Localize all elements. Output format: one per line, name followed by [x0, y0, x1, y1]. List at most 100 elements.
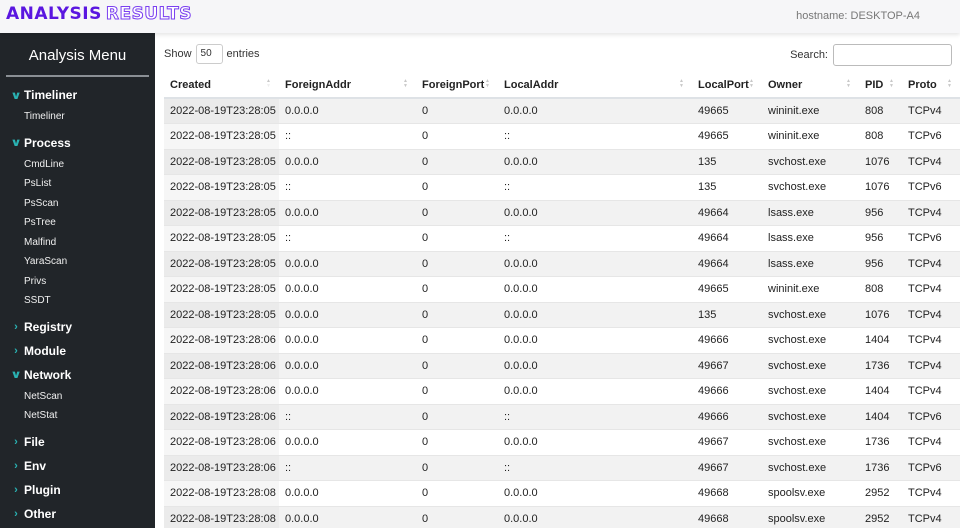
sidebar-item-malfind[interactable]: Malfind [0, 233, 155, 253]
cell-pid: 1404 [859, 378, 902, 405]
cell-foreignaddr: 0.0.0.0 [279, 302, 416, 328]
cell-foreignport: 0 [416, 302, 498, 328]
cell-foreignport: 0 [416, 276, 498, 303]
cell-owner: svchost.exe [762, 429, 859, 456]
cell-localport: 49664 [692, 200, 762, 226]
menu-group-toggle-plugin[interactable]: › Plugin [0, 478, 155, 502]
table-row[interactable]: 2022-08-19T23:28:05 0.0.0.0 0 0.0.0.0 135 svc… [164, 149, 960, 175]
cell-created: 2022-08-19T23:28:06 [164, 378, 279, 405]
cell-created: 2022-08-19T23:28:06 [164, 353, 279, 379]
table-row[interactable]: 2022-08-19T23:28:06:: 0:: 49666 svchost.exe… [164, 404, 960, 430]
menu-group-toggle-other[interactable]: › Other [0, 502, 155, 526]
table-row[interactable]: 2022-08-19T23:28:05 0.0.0.0 0 0.0.0.0 49664 l… [164, 251, 960, 277]
cell-foreignport: 0 [416, 378, 498, 405]
hostname-label: hostname: DESKTOP-A4 [796, 10, 920, 22]
cell-pid: 2952 [859, 480, 902, 507]
cell-proto: TCPv6 [902, 123, 960, 150]
search-control: Search: [790, 44, 952, 66]
cell-proto: TCPv6 [902, 225, 960, 252]
menu-group-toggle-registry[interactable]: › Registry [0, 315, 155, 339]
column-header-foreignport[interactable]: ForeignPort ▲ ▼ [416, 72, 498, 99]
sidebar-divider [6, 75, 149, 77]
table-row[interactable]: 2022-08-19T23:28:05:: 0:: 49665 wininit.exe… [164, 123, 960, 150]
cell-foreignaddr: 0.0.0.0 [279, 327, 416, 354]
sidebar-item-yarascan[interactable]: YaraScan [0, 252, 155, 272]
table-row[interactable]: 2022-08-19T23:28:05 0.0.0.0 0 0.0.0.0 49665 w… [164, 276, 960, 303]
cell-localaddr: :: [498, 123, 692, 150]
cell-foreignaddr: 0.0.0.0 [279, 480, 416, 507]
sidebar-item-pslist[interactable]: PsList [0, 174, 155, 194]
cell-proto: TCPv6 [902, 455, 960, 481]
table-row[interactable]: 2022-08-19T23:28:06 0.0.0.0 0 0.0.0.0 49666 s… [164, 378, 960, 405]
cell-pid: 1076 [859, 149, 902, 175]
menu-group-toggle-process[interactable]: ∨ Process [0, 131, 155, 155]
cell-proto: TCPv4 [902, 353, 960, 379]
search-input[interactable] [833, 44, 952, 66]
cell-localport: 49667 [692, 429, 762, 456]
menu-group-toggle-timeliner[interactable]: ∨ Timeliner [0, 83, 155, 107]
table-row[interactable]: 2022-08-19T23:28:05 0.0.0.0 0 0.0.0.0 135 svc… [164, 302, 960, 328]
cell-localport: 49668 [692, 480, 762, 507]
cell-pid: 1736 [859, 455, 902, 481]
column-header-localaddr[interactable]: LocalAddr ▲ ▼ [498, 72, 692, 99]
sidebar-item-ssdt[interactable]: SSDT [0, 291, 155, 311]
column-header-pid[interactable]: PID ▲ ▼ [859, 72, 902, 99]
cell-foreignaddr: 0.0.0.0 [279, 506, 416, 528]
column-header-proto[interactable]: Proto ▲ ▼ [902, 72, 960, 99]
sidebar-item-psscan[interactable]: PsScan [0, 194, 155, 214]
cell-localport: 135 [692, 302, 762, 328]
cell-owner: svchost.exe [762, 174, 859, 201]
cell-foreignport: 0 [416, 149, 498, 175]
brand-analysis: ANALYSIS [6, 4, 102, 24]
cell-localaddr: 0.0.0.0 [498, 302, 692, 328]
cell-localaddr: 0.0.0.0 [498, 506, 692, 528]
table-row[interactable]: 2022-08-19T23:28:06 0.0.0.0 0 0.0.0.0 49667 s… [164, 353, 960, 379]
cell-foreignport: 0 [416, 200, 498, 226]
table-row[interactable]: 2022-08-19T23:28:05 0.0.0.0 0 0.0.0.0 49665 w… [164, 98, 960, 124]
sidebar-item-privs[interactable]: Privs [0, 272, 155, 292]
cell-foreignport: 0 [416, 327, 498, 354]
menu-group-toggle-network[interactable]: ∨ Network [0, 363, 155, 387]
menu-group-toggle-file[interactable]: › File [0, 430, 155, 454]
cell-foreignaddr: 0.0.0.0 [279, 276, 416, 303]
column-header-foreignaddr[interactable]: ForeignAddr ▲ ▼ [279, 72, 416, 99]
sidebar-item-netscan[interactable]: NetScan [0, 387, 155, 407]
sidebar-item-pstree[interactable]: PsTree [0, 213, 155, 233]
cell-pid: 808 [859, 98, 902, 124]
column-header-localport[interactable]: LocalPort ▲ ▼ [692, 72, 762, 99]
menu-group-network: ∨ Network NetScan NetStat [0, 363, 155, 426]
cell-proto: TCPv4 [902, 98, 960, 124]
column-header-label: LocalAddr [504, 78, 559, 91]
cell-pid: 1404 [859, 404, 902, 430]
menu-group-toggle-env[interactable]: › Env [0, 454, 155, 478]
menu-group-toggle-module[interactable]: › Module [0, 339, 155, 363]
table-row[interactable]: 2022-08-19T23:28:05:: 0:: 49664 lsass.exe 95… [164, 225, 960, 252]
sidebar-item-timeliner[interactable]: Timeliner [0, 107, 155, 127]
column-header-created[interactable]: Created ▲ ▼ [164, 72, 279, 99]
sort-icon: ▲ ▼ [947, 78, 952, 89]
cell-created: 2022-08-19T23:28:06 [164, 455, 279, 481]
table-row[interactable]: 2022-08-19T23:28:05:: 0:: 135 svchost.exe 10… [164, 174, 960, 201]
table-row[interactable]: 2022-08-19T23:28:08 0.0.0.0 0 0.0.0.0 49668 s… [164, 506, 960, 528]
sidebar-item-netstat[interactable]: NetStat [0, 406, 155, 426]
table-row[interactable]: 2022-08-19T23:28:06 0.0.0.0 0 0.0.0.0 49667 s… [164, 429, 960, 456]
sort-icon: ▲ ▼ [403, 78, 408, 89]
table-header-row: Created ▲ ▼ ForeignAddr ▲ ▼ ForeignPort ▲ ▼ Local… [164, 72, 960, 99]
table-row[interactable]: 2022-08-19T23:28:05 0.0.0.0 0 0.0.0.0 49664 l… [164, 200, 960, 226]
menu-group-label: Other [24, 506, 57, 521]
column-header-owner[interactable]: Owner ▲ ▼ [762, 72, 859, 99]
cell-localport: 135 [692, 149, 762, 175]
cell-owner: spoolsv.exe [762, 506, 859, 528]
table-row[interactable]: 2022-08-19T23:28:06:: 0:: 49667 svchost.exe… [164, 455, 960, 481]
table-row[interactable]: 2022-08-19T23:28:06 0.0.0.0 0 0.0.0.0 49666 s… [164, 327, 960, 354]
cell-proto: TCPv4 [902, 276, 960, 303]
cell-created: 2022-08-19T23:28:05 [164, 251, 279, 277]
cell-pid: 2952 [859, 506, 902, 528]
column-header-label: Created [170, 78, 211, 91]
entries-select[interactable]: 50 [195, 44, 223, 64]
table-row[interactable]: 2022-08-19T23:28:08 0.0.0.0 0 0.0.0.0 49668 s… [164, 480, 960, 507]
cell-pid: 956 [859, 200, 902, 226]
column-header-label: Owner [768, 78, 803, 91]
cell-foreignport: 0 [416, 251, 498, 277]
sidebar-item-cmdline[interactable]: CmdLine [0, 155, 155, 175]
